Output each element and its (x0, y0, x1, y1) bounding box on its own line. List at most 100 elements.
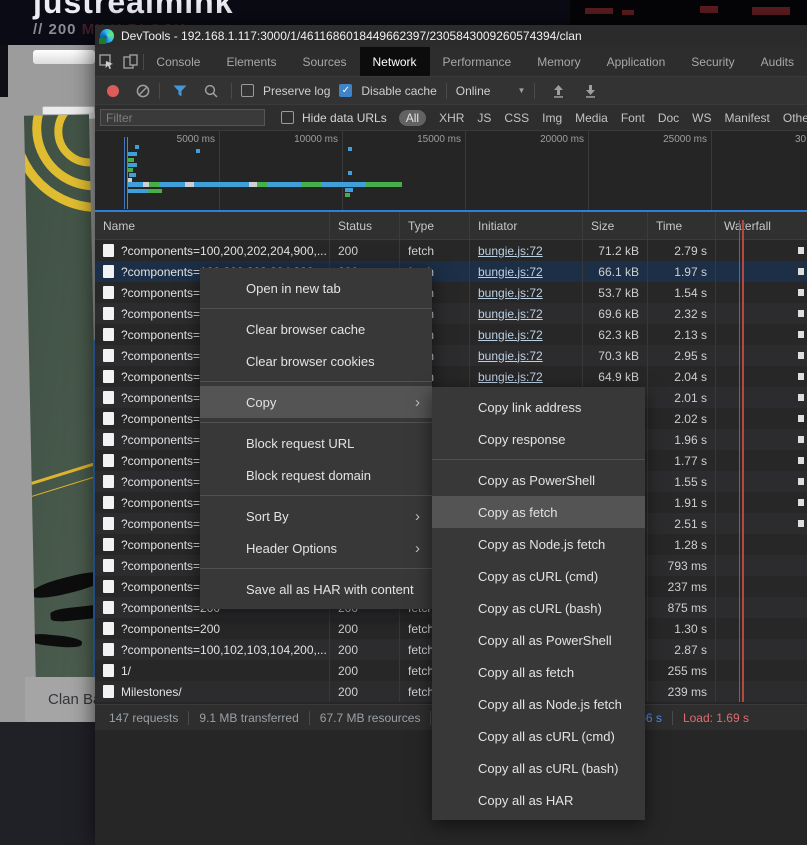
cell-name: Milestones/ (95, 681, 330, 702)
cell-time: 1.55 s (648, 471, 716, 492)
timeline-tick-label: 25000 ms (663, 134, 707, 145)
inspect-element-icon[interactable] (95, 47, 119, 76)
dcl-marker-line (739, 220, 740, 702)
import-har-icon[interactable] (552, 84, 565, 98)
preserve-log-label: Preserve log (263, 83, 331, 98)
menu-item-block-request-domain[interactable]: Block request domain (200, 459, 432, 491)
submenu-item-copy-as-fetch[interactable]: Copy as fetch (432, 496, 645, 528)
tab-application[interactable]: Application (594, 47, 679, 76)
column-header-time[interactable]: Time (648, 212, 716, 239)
submenu-item-copy-all-as-node-js-fetch[interactable]: Copy all as Node.js fetch (432, 688, 645, 720)
timeline-activity-mark (129, 173, 136, 177)
submenu-item-copy-as-curl-cmd[interactable]: Copy as cURL (cmd) (432, 560, 645, 592)
menu-item-block-request-url[interactable]: Block request URL (200, 427, 432, 459)
menu-item-sort-by[interactable]: Sort By › (200, 500, 432, 532)
filter-type-js[interactable]: JS (477, 111, 491, 125)
column-header-status[interactable]: Status (330, 212, 400, 239)
disable-cache-checkbox[interactable]: ✓ (339, 84, 353, 97)
initiator-link[interactable]: bungie.js:72 (478, 286, 543, 300)
timeline-activity-mark (128, 152, 137, 156)
filter-type-other[interactable]: Other (783, 111, 807, 125)
tab-performance[interactable]: Performance (430, 47, 525, 76)
site-bottom-dark (0, 722, 95, 845)
submenu-item-copy-as-node-js-fetch[interactable]: Copy as Node.js fetch (432, 528, 645, 560)
record-button[interactable] (107, 84, 119, 97)
menu-item-open-in-new-tab[interactable]: Open in new tab (200, 272, 432, 304)
initiator-link[interactable]: bungie.js:72 (478, 349, 543, 363)
cell-time: 1.77 s (648, 450, 716, 471)
tab-security[interactable]: Security (678, 47, 747, 76)
submenu-item-copy-all-as-fetch[interactable]: Copy all as fetch (432, 656, 645, 688)
filter-icon[interactable] (173, 85, 187, 97)
menu-item-save-all-as-har-with-content[interactable]: Save all as HAR with content (200, 573, 432, 605)
device-toolbar-icon[interactable] (119, 47, 143, 76)
cell-name: ?components=100,102,103,104,200,... (95, 639, 330, 660)
submenu-item-copy-as-powershell[interactable]: Copy as PowerShell (432, 464, 645, 496)
submenu-item-copy-all-as-har[interactable]: Copy all as HAR (432, 784, 645, 816)
tab-memory[interactable]: Memory (524, 47, 593, 76)
cell-waterfall (716, 597, 807, 618)
initiator-link[interactable]: bungie.js:72 (478, 307, 543, 321)
menu-item-clear-browser-cache[interactable]: Clear browser cache (200, 313, 432, 345)
table-row[interactable]: ?components=100,200,202,204,900,...200fe… (95, 240, 807, 261)
preserve-log-checkbox[interactable] (241, 84, 254, 97)
filter-type-xhr[interactable]: XHR (439, 111, 464, 125)
menu-item-header-options[interactable]: Header Options › (200, 532, 432, 564)
timeline-tick-label: 5000 ms (176, 134, 215, 145)
document-icon (103, 475, 114, 488)
filter-type-ws[interactable]: WS (692, 111, 711, 125)
submenu-item-copy-as-curl-bash[interactable]: Copy as cURL (bash) (432, 592, 645, 624)
filter-type-media[interactable]: Media (575, 111, 608, 125)
filter-type-font[interactable]: Font (621, 111, 645, 125)
initiator-link[interactable]: bungie.js:72 (478, 328, 543, 342)
hide-data-urls-checkbox[interactable] (281, 111, 294, 124)
tab-network[interactable]: Network (359, 47, 430, 76)
timeline-activity-mark (345, 193, 350, 197)
tab-elements[interactable]: Elements (213, 47, 289, 76)
chevron-down-icon[interactable]: ▼ (517, 86, 525, 95)
menu-item-copy[interactable]: Copy › (200, 386, 432, 418)
clear-icon[interactable] (136, 84, 150, 98)
column-header-waterfall[interactable]: Waterfall (716, 212, 807, 239)
export-har-icon[interactable] (584, 84, 597, 98)
column-header-size[interactable]: Size (583, 212, 648, 239)
tab-audits[interactable]: Audits (748, 47, 807, 76)
submenu-item-copy-all-as-curl-bash[interactable]: Copy all as cURL (bash) (432, 752, 645, 784)
submenu-item-copy-link-address[interactable]: Copy link address (432, 391, 645, 423)
filter-type-doc[interactable]: Doc (658, 111, 679, 125)
cell-waterfall (716, 366, 807, 387)
waterfall-bar (798, 499, 804, 506)
search-icon[interactable] (204, 84, 218, 98)
initiator-link[interactable]: bungie.js:72 (478, 244, 543, 258)
submenu-item-copy-all-as-powershell[interactable]: Copy all as PowerShell (432, 624, 645, 656)
timeline-activity-mark (135, 145, 139, 149)
filter-input[interactable] (100, 109, 265, 126)
document-icon (103, 349, 114, 362)
filter-type-css[interactable]: CSS (504, 111, 529, 125)
filter-type-manifest[interactable]: Manifest (725, 111, 770, 125)
network-overview-timeline[interactable]: 5000 ms 10000 ms 15000 ms 20000 ms 25000 ms 3… (95, 131, 807, 212)
cell-waterfall (716, 471, 807, 492)
document-icon (103, 517, 114, 530)
column-header-name[interactable]: Name (95, 212, 330, 239)
initiator-link[interactable]: bungie.js:72 (478, 265, 543, 279)
tab-sources[interactable]: Sources (289, 47, 359, 76)
tab-console[interactable]: Console (143, 47, 213, 76)
cell-waterfall (716, 261, 807, 282)
column-header-initiator[interactable]: Initiator (470, 212, 583, 239)
submenu-item-copy-all-as-curl-cmd[interactable]: Copy all as cURL (cmd) (432, 720, 645, 752)
initiator-link[interactable]: bungie.js:72 (478, 370, 543, 384)
timeline-activity-mark (196, 149, 200, 153)
column-header-type[interactable]: Type (400, 212, 470, 239)
devtools-titlebar[interactable]: DevTools - 192.168.1.117:3000/1/46116860… (95, 25, 807, 47)
filter-type-all[interactable]: All (398, 109, 427, 126)
timeline-activity-mark (148, 189, 162, 193)
edge-devtools-icon (99, 29, 114, 44)
cell-size: 70.3 kB (583, 345, 648, 366)
menu-item-clear-browser-cookies[interactable]: Clear browser cookies (200, 345, 432, 377)
submenu-item-copy-response[interactable]: Copy response (432, 423, 645, 455)
timeline-activity-mark (345, 188, 353, 192)
clan-banners-button[interactable]: Clan Banners (25, 677, 95, 722)
throttling-select[interactable]: Online (456, 84, 491, 98)
filter-type-img[interactable]: Img (542, 111, 562, 125)
